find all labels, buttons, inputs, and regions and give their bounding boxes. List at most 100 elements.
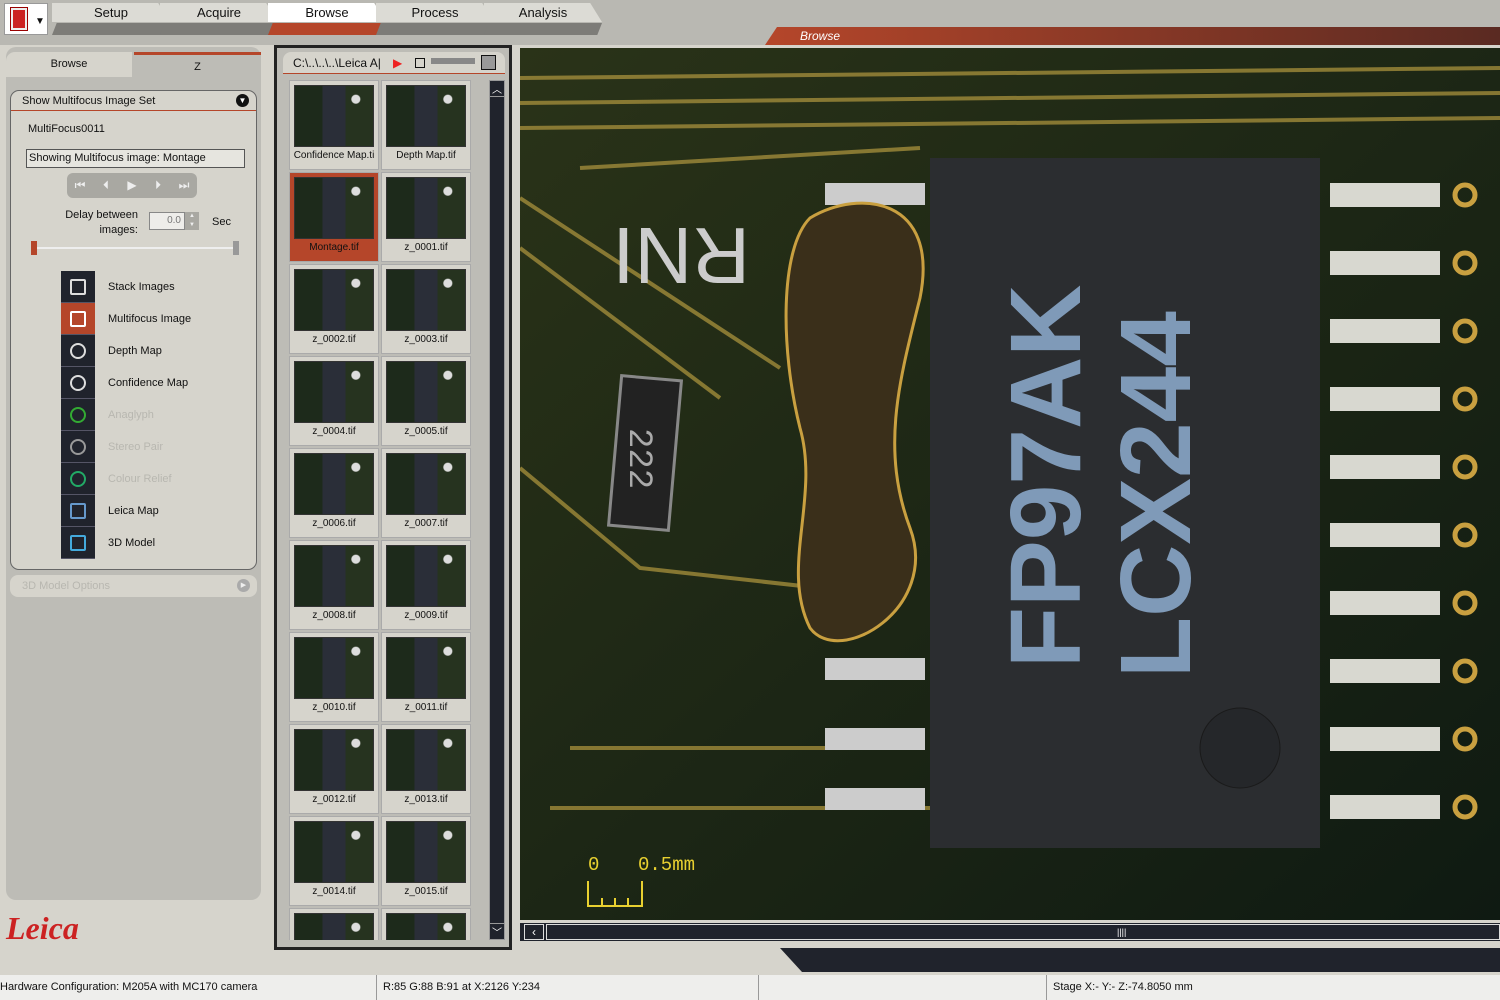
thumbnail-item[interactable]: z_0007.tif [381, 448, 471, 538]
tab-process[interactable]: Process [376, 3, 494, 22]
menu-item-label: Confidence Map [108, 377, 189, 389]
frame-slider[interactable] [33, 247, 238, 249]
tab-analysis[interactable]: Analysis [484, 3, 602, 22]
3d-model-options-header[interactable]: 3D Model Options ▶ [10, 575, 257, 597]
tab-indicator [268, 23, 386, 35]
scale-bar-label: 0.5mm [638, 854, 695, 876]
group-header[interactable]: Show Multifocus Image Set ▼ [11, 91, 256, 111]
thumbnail-item[interactable]: z_0003.tif [381, 264, 471, 354]
next-frame-button[interactable]: ⏵ [145, 173, 171, 198]
expand-icon[interactable]: ▶ [237, 579, 250, 592]
first-frame-button[interactable]: ⏮ [67, 173, 93, 198]
scroll-left-icon[interactable]: ‹ [524, 924, 544, 940]
thumbnail-item[interactable] [381, 908, 471, 940]
thumbnail-item[interactable]: z_0005.tif [381, 356, 471, 446]
thumbnail-item[interactable] [289, 908, 379, 940]
status-bar: Hardware Configuration: M205A with MC170… [0, 975, 1500, 1000]
thumbnail-item[interactable]: Depth Map.tif [381, 80, 471, 170]
collapse-icon[interactable]: ▼ [236, 94, 249, 107]
thumbnail-item[interactable]: z_0015.tif [381, 816, 471, 906]
menu-item-stack-images[interactable]: Stack Images [61, 271, 241, 303]
thumbnail-image [386, 269, 466, 331]
options-title: 3D Model Options [22, 580, 111, 592]
thumbnail-item[interactable]: z_0011.tif [381, 632, 471, 722]
thumbnail-image [294, 85, 374, 147]
stage-position: Stage X:- Y:- Z:-74.8050 mm [1046, 975, 1193, 1000]
tab-browse[interactable]: Browse [268, 3, 386, 22]
thumbnail-item[interactable]: z_0001.tif [381, 172, 471, 262]
tab-indicator [160, 23, 278, 35]
scroll-down-icon[interactable]: ﹀ [490, 923, 504, 939]
thumbnail-label: z_0009.tif [404, 610, 448, 621]
app-menu-button[interactable]: ▼ [4, 3, 48, 35]
tab-indicator [52, 23, 170, 35]
resistor-label: 222 [619, 428, 657, 489]
scroll-thumb[interactable] [491, 99, 503, 739]
menu-item-label: Multifocus Image [108, 313, 192, 325]
ic-pin [1330, 727, 1440, 751]
thumbnail-label: z_0014.tif [312, 886, 356, 897]
scroll-up-icon[interactable]: ︿ [490, 81, 504, 97]
thumbnail-image [386, 637, 466, 699]
menu-item-leica-map[interactable]: Leica Map [61, 495, 241, 527]
thumbnail-item[interactable]: z_0006.tif [289, 448, 379, 538]
thumbnail-label: z_0002.tif [312, 334, 356, 345]
ic-pin [1330, 659, 1440, 683]
stereo-pair-icon [61, 431, 95, 463]
play-arrow-icon[interactable]: ▶ [393, 52, 402, 74]
thumbnail-item[interactable]: z_0013.tif [381, 724, 471, 814]
last-frame-button[interactable]: ⏭ [171, 173, 197, 198]
thumbnail-image [386, 545, 466, 607]
delay-input[interactable]: 0.0 [149, 212, 185, 230]
play-button[interactable]: ▶ [119, 173, 145, 198]
stack-images-icon [61, 271, 95, 303]
status-field: Showing Multifocus image: Montage [26, 149, 245, 168]
tab-indicator [376, 23, 494, 35]
thumbnail-image [294, 177, 374, 239]
ic-pin [1330, 251, 1440, 275]
thumb-size-slider[interactable] [431, 58, 475, 64]
menu-item-depth-map[interactable]: Depth Map [61, 335, 241, 367]
thumbnail-label: Confidence Map.ti [293, 150, 375, 161]
thumbnail-grid: Confidence Map.ti Depth Map.tif Montage.ti… [289, 80, 473, 940]
menu-item-3d-model[interactable]: 3D Model [61, 527, 241, 559]
menu-item-stereo-pair[interactable]: Stereo Pair [61, 431, 241, 463]
tab-z[interactable]: Z [134, 52, 261, 77]
large-thumbs-icon[interactable] [481, 55, 496, 70]
thumbnail-item[interactable]: z_0004.tif [289, 356, 379, 446]
menu-item-colour-relief[interactable]: Colour Relief [61, 463, 241, 495]
folder-path[interactable]: C:\..\..\..\Leica A| [293, 56, 381, 70]
thumbnail-item[interactable]: z_0010.tif [289, 632, 379, 722]
thumbnail-image [386, 361, 466, 423]
delay-unit: Sec [212, 216, 231, 228]
vertical-scrollbar[interactable]: ︿ ﹀ [489, 80, 505, 940]
thumbnail-item[interactable]: z_0008.tif [289, 540, 379, 630]
image-viewer[interactable]: 222 RNI FP97AK LCX244 0 0.5mm [520, 48, 1500, 920]
leica-logo: Leica [6, 910, 79, 946]
scroll-thumb-horizontal[interactable]: |||| [546, 924, 1500, 940]
multifocus-group: Show Multifocus Image Set ▼ MultiFocus00… [10, 90, 257, 570]
prev-frame-button[interactable]: ⏴ [93, 173, 119, 198]
menu-item-anaglyph[interactable]: Anaglyph [61, 399, 241, 431]
thumbnail-item[interactable]: z_0009.tif [381, 540, 471, 630]
thumbnail-item[interactable]: Confidence Map.ti [289, 80, 379, 170]
menu-item-multifocus-image[interactable]: Multifocus Image [61, 303, 241, 335]
group-title: Show Multifocus Image Set [22, 95, 156, 107]
scale-zero-label: 0 [588, 854, 599, 876]
thumbnail-item[interactable]: z_0012.tif [289, 724, 379, 814]
thumbnail-item[interactable]: z_0014.tif [289, 816, 379, 906]
slider-start-handle[interactable] [31, 241, 37, 255]
tab-browse[interactable]: Browse [6, 52, 132, 77]
horizontal-scrollbar[interactable]: ‹ |||| [520, 923, 1500, 941]
menu-item-confidence-map[interactable]: Confidence Map [61, 367, 241, 399]
tab-acquire[interactable]: Acquire [160, 3, 278, 22]
delay-stepper[interactable]: ▲ ▼ [185, 212, 199, 230]
slider-end-handle[interactable] [233, 241, 239, 255]
app-icon [11, 8, 27, 30]
thumbnail-item[interactable]: z_0002.tif [289, 264, 379, 354]
thumbnail-item[interactable]: Montage.tif [289, 172, 379, 262]
thumbnail-label: z_0010.tif [312, 702, 356, 713]
small-thumbs-icon[interactable] [415, 58, 425, 68]
thumbnail-label: z_0008.tif [312, 610, 356, 621]
tab-setup[interactable]: Setup [52, 3, 170, 22]
